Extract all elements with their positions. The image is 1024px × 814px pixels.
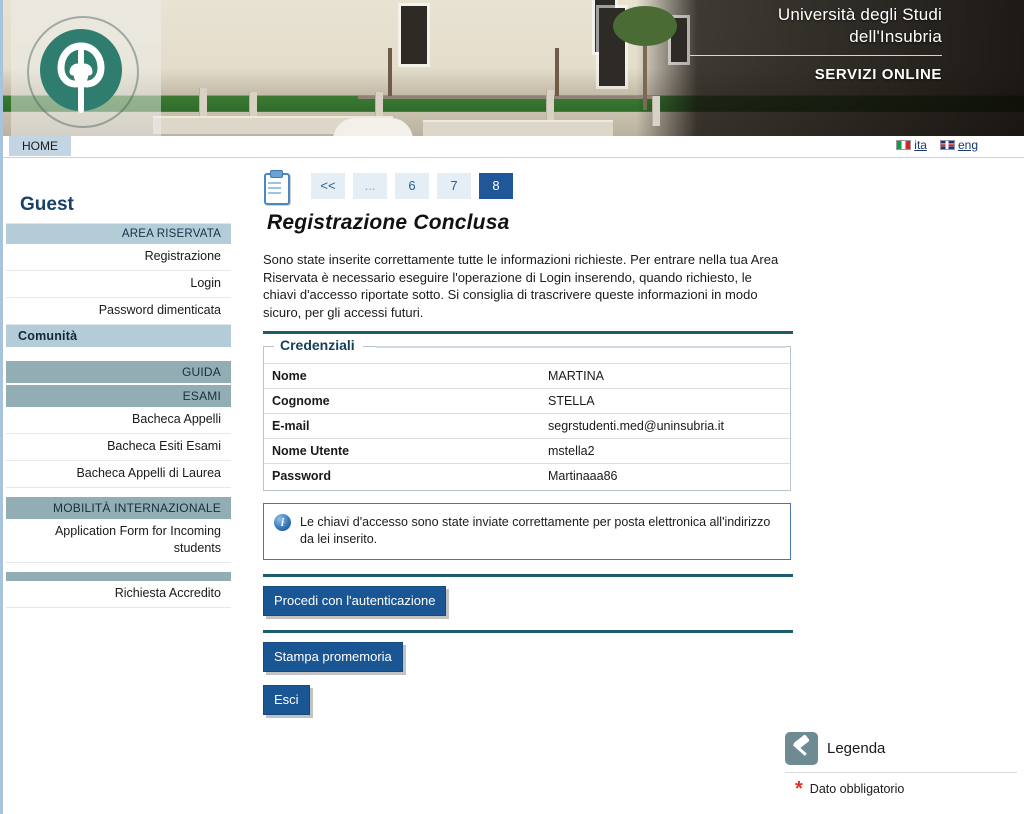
sidebar-item-richiesta-accredito[interactable]: Richiesta Accredito (6, 581, 231, 608)
clipboard-checklist-icon (263, 170, 290, 205)
table-row: Password Martinaaa86 (264, 463, 790, 488)
section-divider (263, 630, 793, 633)
table-row: Cognome STELLA (264, 388, 790, 414)
tree-trunk (643, 40, 647, 110)
pagination-prev[interactable]: << (311, 173, 345, 199)
pagination-bar: << ... 6 7 8 (263, 165, 793, 207)
legend-header: Legenda (785, 732, 1023, 765)
sidebar-section-area-riservata: AREA RISERVATA (6, 224, 231, 244)
sidebar-section-guida: GUIDA (6, 361, 231, 383)
credentials-key-password: Password (264, 463, 540, 488)
section-divider (263, 331, 793, 334)
sidebar-item-bacheca-appelli-di-laurea[interactable]: Bacheca Appelli di Laurea (6, 461, 231, 488)
fence-post (652, 96, 660, 126)
credentials-value-cognome: STELLA (540, 388, 790, 414)
flag-italy-icon (896, 140, 912, 150)
language-label-ita[interactable]: ita (914, 139, 927, 151)
pagination-page-7[interactable]: 7 (437, 173, 471, 199)
sidebar-section-comunita[interactable]: Comunità (6, 325, 231, 347)
drain-pipe (388, 48, 392, 98)
info-message-text: Le chiavi d'accesso sono state inviate c… (300, 515, 771, 546)
nav-tab-home[interactable]: HOME (9, 136, 71, 156)
procedi-autenticazione-button[interactable]: Procedi con l'autenticazione (263, 586, 447, 616)
table-row: Nome MARTINA (264, 363, 790, 389)
pagination-page-6[interactable]: 6 (395, 173, 429, 199)
pagination-page-8-active[interactable]: 8 (479, 173, 513, 199)
sidebar-item-login[interactable]: Login (6, 271, 231, 298)
main-content: << ... 6 7 8 Registrazione Conclusa Sono… (263, 165, 793, 715)
credentials-legend: Credenziali (274, 337, 363, 353)
fence-rail (358, 96, 658, 99)
sidebar-item-bacheca-esiti-esami[interactable]: Bacheca Esiti Esami (6, 434, 231, 461)
sidebar-section-mobilita-internazionale: MOBILITÀ INTERNAZIONALE (6, 497, 231, 519)
required-asterisk-icon: * (795, 778, 803, 800)
fence-post (546, 90, 554, 122)
tree-foliage (613, 6, 677, 46)
language-switcher: ita eng (896, 139, 978, 151)
table-row: E-mail segrstudenti.med@uninsubria.it (264, 413, 790, 439)
legend-title: Legenda (827, 740, 886, 757)
pushpin-icon (785, 732, 818, 765)
credentials-value-nome-utente: mstella2 (540, 438, 790, 464)
intro-paragraph: Sono state inserite correttamente tutte … (263, 252, 779, 320)
stampa-promemoria-button[interactable]: Stampa promemoria (263, 642, 403, 672)
sidebar-user-title: Guest (6, 190, 231, 224)
sidebar-item-password-dimenticata[interactable]: Password dimenticata (6, 298, 231, 325)
sidebar-spacer (6, 488, 231, 497)
drain-pipe (555, 48, 559, 100)
pagination-ellipsis[interactable]: ... (353, 173, 387, 199)
legend-required-row: * Dato obbligatorio (785, 778, 1023, 800)
sidebar-spacer (6, 608, 231, 617)
sidebar-spacer (6, 563, 231, 572)
page-title: Registrazione Conclusa (267, 211, 510, 234)
credentials-key-email: E-mail (264, 413, 540, 439)
banner-services-label: SERVIZI ONLINE (814, 66, 942, 83)
esci-button[interactable]: Esci (263, 685, 310, 715)
credentials-fieldset: Credenziali Nome MARTINA Cognome STELLA … (263, 337, 791, 491)
legend-panel: Legenda * Dato obbligatorio (785, 732, 1023, 800)
sidebar-section-esami: ESAMI (6, 385, 231, 407)
banner-divider (690, 55, 942, 56)
stone-sphere (333, 118, 413, 136)
info-circle-icon: i (274, 514, 291, 531)
fieldset-legend-line (376, 346, 786, 348)
top-navigation-bar: HOME ita eng (3, 136, 1024, 158)
building-window (401, 6, 427, 64)
sidebar-spacer (6, 347, 231, 361)
language-option-ita[interactable]: ita (896, 139, 927, 151)
sidebar-item-application-form-incoming-students[interactable]: Application Form for Incoming students (6, 519, 231, 563)
legend-divider (785, 772, 1017, 773)
banner-titles: Università degli Studi dell'Insubria SER… (690, 4, 942, 83)
info-message-box: i Le chiavi d'accesso sono state inviate… (263, 503, 791, 560)
sidebar-item-bacheca-appelli[interactable]: Bacheca Appelli (6, 407, 231, 434)
flag-uk-icon (939, 140, 955, 150)
sidebar-item-registrazione[interactable]: Registrazione (6, 244, 231, 271)
sidebar-navigation: Guest AREA RISERVATA Registrazione Login… (6, 190, 231, 617)
credentials-key-nome-utente: Nome Utente (264, 438, 540, 464)
insubria-seal-logo (11, 0, 161, 136)
language-option-eng[interactable]: eng (939, 139, 978, 151)
stone-bench (423, 120, 613, 136)
credentials-key-cognome: Cognome (264, 388, 540, 414)
credentials-value-password: Martinaaa86 (540, 463, 790, 488)
site-banner: Università degli Studi dell'Insubria SER… (3, 0, 1024, 136)
section-divider (263, 574, 793, 577)
credentials-value-nome: MARTINA (540, 363, 790, 389)
sidebar-section-blank (6, 572, 231, 581)
table-row: Nome Utente mstella2 (264, 438, 790, 464)
credentials-key-nome: Nome (264, 363, 540, 389)
banner-university-line2: dell'Insubria (849, 27, 942, 46)
page-root: Università degli Studi dell'Insubria SER… (0, 0, 1024, 814)
language-label-eng[interactable]: eng (958, 139, 978, 151)
credentials-table: Nome MARTINA Cognome STELLA E-mail segrs… (264, 363, 790, 488)
credentials-value-email: segrstudenti.med@uninsubria.it (540, 413, 790, 439)
legend-required-label: Dato obbligatorio (809, 782, 905, 796)
banner-university-line1: Università degli Studi (777, 5, 942, 24)
